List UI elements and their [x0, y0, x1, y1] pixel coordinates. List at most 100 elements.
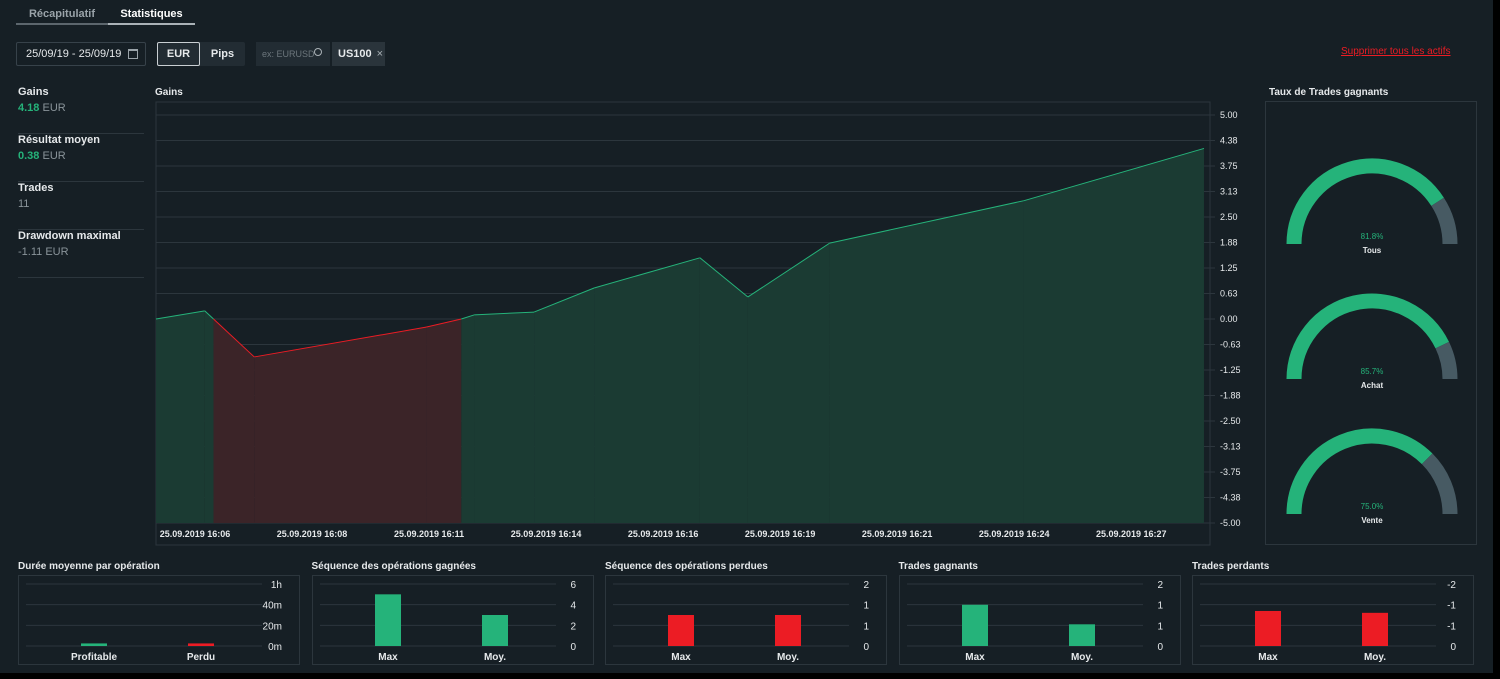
y-tick-label: -1.25: [1220, 365, 1241, 375]
stat-1: Résultat moyen 0.38 EUR: [18, 134, 144, 182]
y-tick-label: 1: [863, 601, 869, 612]
bar: [668, 615, 694, 646]
asset-search-input[interactable]: ex: EURUSD: [256, 42, 330, 66]
statistics-page: Récapitulatif Statistiques 25/09/19 - 25…: [0, 0, 1493, 673]
y-tick-label: -3.75: [1220, 467, 1241, 477]
bar-chart-title: Trades perdants: [1192, 561, 1270, 572]
stat-value: 0.38 EUR: [18, 150, 66, 162]
area-segment: [594, 257, 700, 523]
gauge-label: Tous: [1363, 246, 1382, 255]
search-icon: [314, 48, 322, 56]
tab-recapitulatif[interactable]: Récapitulatif: [16, 8, 108, 25]
search-placeholder: ex: EURUSD: [262, 49, 315, 59]
y-tick-label: 0: [570, 642, 576, 653]
x-tick-label: 25.09.2019 16:19: [745, 529, 816, 539]
bar: [1255, 610, 1281, 646]
bar-chart-title: Trades gagnants: [898, 561, 978, 572]
bar: [775, 615, 801, 646]
y-tick-label: 1: [1157, 621, 1163, 632]
unit-pips-button[interactable]: Pips: [200, 42, 245, 66]
x-tick-label: 25.09.2019 16:06: [160, 529, 231, 539]
y-tick-label: 4.38: [1220, 136, 1238, 146]
bar: [961, 604, 988, 646]
bar-chart: 0 1 1 2 Max Moy.: [605, 575, 887, 665]
x-tick-label: 25.09.2019 16:14: [511, 529, 582, 539]
bar-chart: 0 2 4 6 Max Moy.: [311, 575, 594, 665]
y-tick-label: 2: [863, 580, 869, 591]
bar: [188, 643, 214, 646]
x-tick-label: Max: [671, 652, 691, 663]
y-tick-label: 6: [570, 580, 576, 591]
y-tick-label: 1h: [271, 580, 282, 591]
area-segment: [426, 319, 462, 523]
x-tick-label: Moy.: [1070, 652, 1092, 663]
x-tick-label: 25.09.2019 16:27: [1096, 529, 1167, 539]
x-tick-label: 25.09.2019 16:08: [277, 529, 348, 539]
area-segment: [204, 310, 214, 523]
area-segment: [474, 312, 535, 523]
stat-value: 4.18 EUR: [18, 102, 66, 114]
area-segment: [254, 327, 427, 523]
bar: [374, 594, 401, 646]
x-tick-label: 25.09.2019 16:11: [394, 529, 464, 539]
y-tick-label: -1: [1447, 621, 1456, 632]
date-range-picker[interactable]: 25/09/19 - 25/09/19: [16, 42, 146, 66]
calendar-icon: [128, 49, 138, 59]
bar: [1068, 624, 1095, 646]
y-tick-label: 1.25: [1220, 263, 1238, 273]
area-segment: [1023, 148, 1204, 523]
y-tick-label: -0.63: [1220, 340, 1241, 350]
area-segment: [829, 200, 1024, 523]
y-tick-label: -4.38: [1220, 493, 1241, 503]
gauge-loss-arc: [1431, 197, 1458, 245]
close-icon[interactable]: ×: [377, 48, 383, 60]
bar-chart-title: Séquence des opérations perdues: [605, 561, 768, 572]
gauge-loss-arc: [1421, 453, 1458, 515]
gains-chart-title: Gains: [155, 87, 183, 98]
stat-label: Résultat moyen: [18, 134, 100, 146]
asset-chip-label: US100: [338, 48, 372, 60]
y-tick-label: 4: [570, 601, 576, 612]
bar: [1362, 612, 1388, 646]
y-tick-label: 5.00: [1220, 110, 1238, 120]
stat-label: Drawdown maximal: [18, 230, 121, 242]
gauge-value: 85.7%: [1361, 367, 1384, 376]
asset-chip: US100 ×: [332, 42, 385, 66]
area-segment: [534, 287, 595, 523]
stat-0: Gains 4.18 EUR: [18, 86, 144, 134]
area-segment: [747, 243, 830, 523]
bar-chart: 0 1 1 2 Max Moy.: [898, 575, 1181, 665]
gauges-title: Taux de Trades gagnants: [1269, 87, 1389, 98]
unit-toggle: EUR Pips: [157, 42, 245, 66]
x-tick-label: Moy.: [483, 652, 505, 663]
y-tick-label: 2.50: [1220, 212, 1238, 222]
stat-value: 11: [18, 198, 30, 210]
x-tick-label: 25.09.2019 16:16: [628, 529, 699, 539]
bar-chart-title: Séquence des opérations gagnées: [311, 561, 477, 572]
area-segment: [213, 319, 255, 523]
x-tick-label: Perdu: [187, 652, 215, 663]
gauge-label: Vente: [1361, 516, 1383, 525]
unit-eur-button[interactable]: EUR: [157, 42, 200, 66]
x-tick-label: Moy.: [777, 652, 799, 663]
stat-2: Trades 11: [18, 182, 144, 230]
y-tick-label: 2: [1157, 580, 1163, 591]
y-tick-label: 2: [570, 621, 576, 632]
remove-all-assets-link[interactable]: Supprimer tous les actifs: [1341, 46, 1451, 57]
tab-statistiques[interactable]: Statistiques: [108, 8, 195, 25]
x-tick-label: Max: [378, 652, 398, 663]
y-tick-label: -2: [1447, 580, 1456, 591]
y-tick-label: 0: [1157, 642, 1163, 653]
y-tick-label: 1: [863, 621, 869, 632]
bar-chart-title: Durée moyenne par opération: [18, 561, 160, 572]
stat-3: Drawdown maximal -1.11 EUR: [18, 230, 144, 278]
x-tick-label: 25.09.2019 16:21: [862, 529, 933, 539]
gauge-value: 75.0%: [1361, 502, 1384, 511]
y-tick-label: -5.00: [1220, 518, 1241, 528]
y-tick-label: 0.00: [1220, 314, 1238, 324]
y-tick-label: 0: [863, 642, 869, 653]
bar: [481, 615, 508, 646]
stat-label: Trades: [18, 182, 54, 194]
y-tick-label: 0.63: [1220, 289, 1238, 299]
area-segment: [156, 310, 205, 523]
